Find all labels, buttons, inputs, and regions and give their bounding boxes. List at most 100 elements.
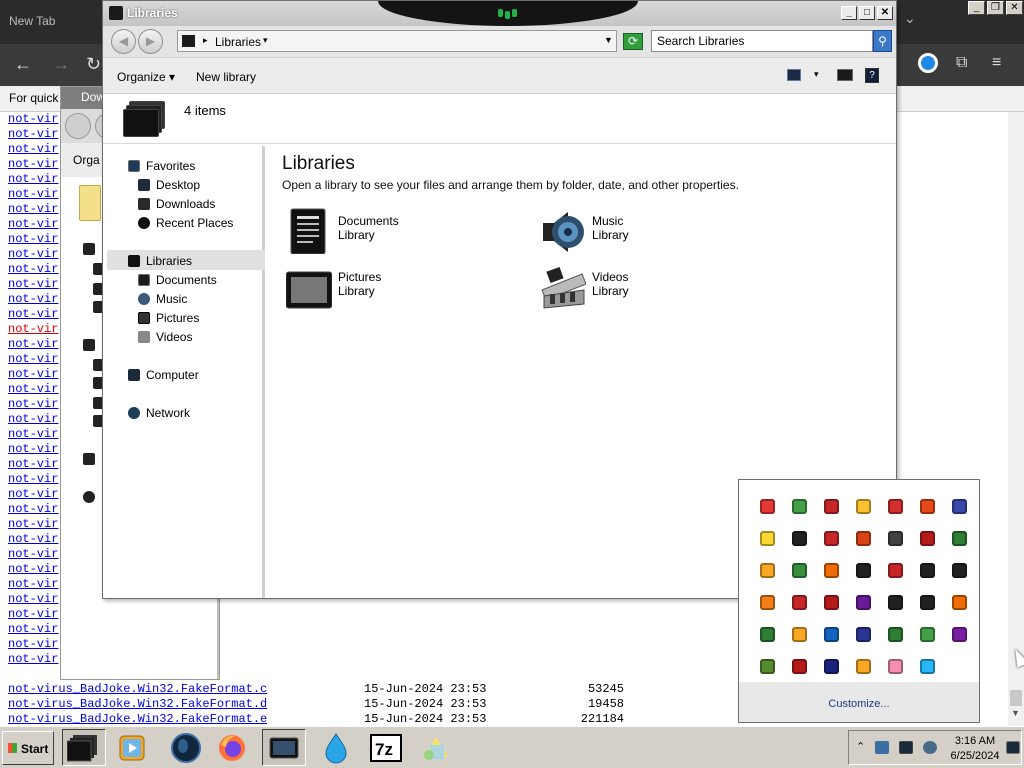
- tray-app-icon[interactable]: [847, 618, 879, 650]
- clock-time[interactable]: 3:16 AM: [945, 735, 1005, 747]
- tray-app-icon[interactable]: [751, 618, 783, 650]
- file-link[interactable]: not-vir: [8, 157, 58, 171]
- taskbar-media-player[interactable]: [110, 729, 154, 766]
- file-link[interactable]: not-vir: [8, 277, 58, 291]
- tray-app-icon[interactable]: [879, 522, 911, 554]
- extension-icon[interactable]: [918, 53, 938, 73]
- file-link[interactable]: not-virus_BadJoke.Win32.FakeFormat.c: [8, 682, 267, 697]
- nav-computer[interactable]: Computer: [128, 368, 199, 382]
- view-options-dropdown-icon[interactable]: ▾: [814, 69, 819, 80]
- maximize-button[interactable]: □: [859, 6, 875, 20]
- file-link[interactable]: not-vir: [8, 172, 58, 186]
- tray-app-icon[interactable]: [879, 618, 911, 650]
- tray-app-icon[interactable]: [943, 618, 975, 650]
- file-link[interactable]: not-vir: [8, 367, 58, 381]
- file-link[interactable]: not-vir: [8, 397, 58, 411]
- tray-app-icon[interactable]: [879, 554, 911, 586]
- search-input[interactable]: Search Libraries: [651, 30, 873, 52]
- new-library-button[interactable]: New library: [196, 70, 256, 84]
- file-link[interactable]: not-vir: [8, 292, 58, 306]
- taskbar-explorer[interactable]: [262, 729, 306, 766]
- start-button[interactable]: Start: [2, 731, 54, 765]
- file-link[interactable]: not-vir: [8, 187, 58, 201]
- taskbar-7zip[interactable]: 7z: [364, 729, 408, 766]
- file-link[interactable]: not-virus_BadJoke.Win32.FakeFormat.d: [8, 697, 267, 712]
- nav-favorites[interactable]: Favorites: [128, 159, 195, 173]
- volume-icon[interactable]: [923, 741, 937, 754]
- file-link[interactable]: not-vir: [8, 142, 58, 156]
- tray-app-icon[interactable]: [783, 618, 815, 650]
- file-link[interactable]: not-vir: [8, 532, 58, 546]
- tray-app-icon[interactable]: [879, 586, 911, 618]
- file-link[interactable]: not-vir: [8, 607, 58, 621]
- tray-app-icon[interactable]: [783, 586, 815, 618]
- forward-button[interactable]: ▶: [138, 29, 163, 54]
- nav-network[interactable]: Network: [128, 406, 190, 420]
- tray-app-icon[interactable]: [911, 618, 943, 650]
- file-link[interactable]: not-vir: [8, 652, 58, 666]
- tray-app-icon[interactable]: [911, 554, 943, 586]
- file-link[interactable]: not-vir: [8, 127, 58, 141]
- reload-icon[interactable]: ↻: [86, 54, 101, 75]
- tray-app-icon[interactable]: [879, 650, 911, 682]
- file-link[interactable]: not-vir: [8, 502, 58, 516]
- nav-videos[interactable]: Videos: [138, 330, 192, 344]
- file-link[interactable]: not-vir: [8, 232, 58, 246]
- tray-app-icon[interactable]: [943, 586, 975, 618]
- forward-arrow-icon[interactable]: →: [52, 54, 70, 75]
- close-button[interactable]: ✕: [877, 6, 893, 20]
- clock-date[interactable]: 6/25/2024: [945, 750, 1005, 762]
- back-arrow-icon[interactable]: ←: [14, 54, 32, 75]
- browser-tab[interactable]: New Tab: [9, 14, 55, 28]
- address-bar[interactable]: ▸ Libraries ▾ ▼: [177, 30, 617, 52]
- tray-app-icon[interactable]: [815, 650, 847, 682]
- tab-list-chevron-icon[interactable]: ⌄: [904, 10, 916, 27]
- minimize-button[interactable]: _: [841, 6, 857, 20]
- file-link[interactable]: not-vir: [8, 457, 58, 471]
- tray-app-icon[interactable]: [911, 586, 943, 618]
- breadcrumb-arrow-icon[interactable]: ▸: [203, 35, 208, 46]
- tray-app-icon[interactable]: [783, 650, 815, 682]
- file-link[interactable]: not-vir: [8, 262, 58, 276]
- nav-music[interactable]: Music: [138, 292, 187, 306]
- nav-libraries[interactable]: Libraries: [128, 254, 192, 268]
- action-center-icon[interactable]: [1006, 741, 1020, 754]
- search-icon[interactable]: ⚲: [873, 30, 892, 52]
- nav-recent-places[interactable]: Recent Places: [138, 216, 233, 230]
- file-link[interactable]: not-vir: [8, 412, 58, 426]
- tray-app-icon[interactable]: [783, 554, 815, 586]
- tray-app-icon[interactable]: [943, 522, 975, 554]
- taskbar-firefox[interactable]: [210, 729, 254, 766]
- tray-app-icon[interactable]: [751, 650, 783, 682]
- tray-app-icon[interactable]: [783, 522, 815, 554]
- close-button[interactable]: ✕: [1006, 1, 1023, 15]
- file-link[interactable]: not-vir: [8, 202, 58, 216]
- taskbar-water-drop[interactable]: [314, 729, 358, 766]
- tray-app-icon[interactable]: [911, 650, 943, 682]
- library-videos[interactable]: Videos Library: [540, 264, 770, 314]
- library-documents[interactable]: Documents Library: [286, 208, 516, 258]
- nav-desktop[interactable]: Desktop: [138, 178, 200, 192]
- file-link[interactable]: not-vir: [8, 637, 58, 651]
- library-pictures[interactable]: Pictures Library: [286, 264, 516, 314]
- file-link[interactable]: not-virus_BadJoke.Win32.FakeFormat.e: [8, 712, 267, 727]
- tray-app-icon[interactable]: [847, 554, 879, 586]
- file-link[interactable]: not-vir: [8, 337, 58, 351]
- breadcrumb-libraries[interactable]: Libraries: [215, 35, 261, 49]
- file-link[interactable]: not-vir: [8, 382, 58, 396]
- tray-app-icon[interactable]: [911, 490, 943, 522]
- organize-button[interactable]: Organize ▾: [117, 70, 175, 84]
- library-music[interactable]: Music Library: [540, 208, 770, 258]
- tray-app-icon[interactable]: [815, 522, 847, 554]
- restore-button[interactable]: ❐: [987, 1, 1004, 15]
- address-history-dropdown-icon[interactable]: ▼: [604, 35, 613, 45]
- nav-downloads[interactable]: Downloads: [138, 197, 215, 211]
- menu-icon[interactable]: ≡: [992, 54, 1001, 72]
- network-tray-icon[interactable]: [899, 741, 913, 754]
- show-hidden-icons-chevron-icon[interactable]: ⌃: [856, 740, 865, 753]
- file-link[interactable]: not-vir: [8, 562, 58, 576]
- tray-app-icon[interactable]: [847, 586, 879, 618]
- tray-app-icon[interactable]: [751, 490, 783, 522]
- file-link[interactable]: not-vir: [8, 472, 58, 486]
- nav-pictures[interactable]: Pictures: [138, 311, 199, 325]
